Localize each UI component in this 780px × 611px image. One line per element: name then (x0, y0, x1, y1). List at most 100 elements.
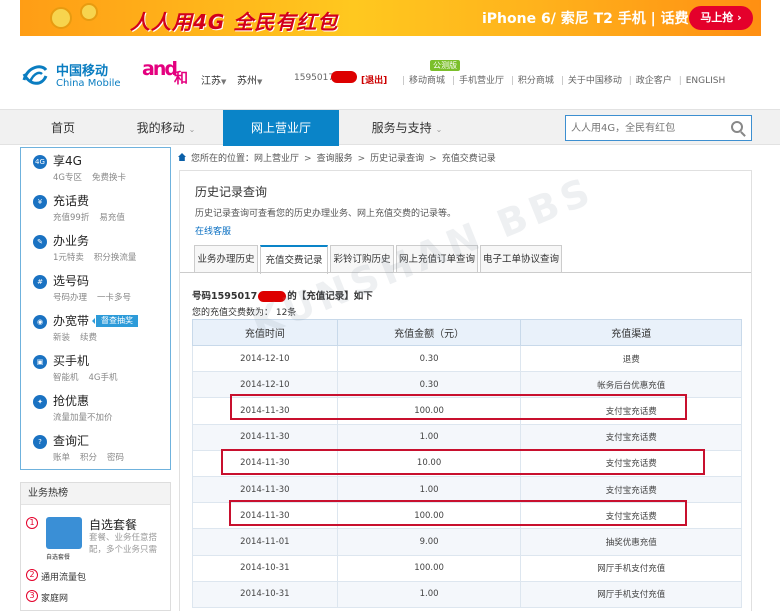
main-nav: 首页 我的移动 ⌄ 网上营业厅 服务与支持 ⌄ (0, 109, 780, 146)
promo-banner[interactable]: 人人用4G 全民有红包 iPhone 6/ 索尼 T2 手机 | 话费 | 流量… (20, 0, 761, 36)
sidebar-sublink[interactable]: 新装 (53, 333, 70, 343)
hot-item-link[interactable]: 通用流量包 (41, 570, 86, 583)
table-cell: 网厅手机支付充值 (520, 580, 742, 608)
record-count: 您的充值交费数为： 12条 (192, 305, 296, 318)
nav-home-label: 首页 (50, 121, 75, 135)
nav-home[interactable]: 首页 (20, 110, 106, 146)
table-cell: 2014-10-31 (192, 554, 338, 582)
sidebar-sublink[interactable]: 1元特卖 (53, 253, 84, 263)
sidebar-sublink[interactable]: 号码办理 (53, 293, 87, 303)
record-heading: 号码1595017 的【充值记录】如下 (192, 288, 373, 302)
hot-item-link[interactable]: 家庭网 (41, 591, 68, 604)
number-icon: # (33, 275, 47, 289)
chevron-down-icon: ⌄ (435, 125, 443, 134)
tab-ringtone-history[interactable]: 彩铃订购历史 (330, 245, 394, 273)
breadcrumb-item[interactable]: 历史记录查询 (370, 154, 424, 164)
breadcrumb-item[interactable]: 查询服务 (317, 154, 353, 164)
nav-service-support[interactable]: 服务与支持 ⌄ (352, 110, 462, 146)
custom-plan-image[interactable] (46, 517, 82, 549)
search-icon[interactable] (731, 121, 743, 133)
table-cell: 1.00 (336, 423, 522, 451)
city-selector[interactable]: 苏州▼ (237, 72, 262, 87)
link-mall[interactable]: 移动商城 (409, 76, 445, 86)
hot-featured-desc: 套餐、业务任意搭配，多个业务只需 (89, 533, 158, 555)
promo-tag[interactable]: 督查抽奖 (92, 315, 138, 327)
coin-icon (50, 7, 72, 29)
hot-services-title: 业务热榜 (21, 483, 170, 505)
and-logo[interactable]: and 和 (142, 58, 194, 92)
table-cell: 2014-11-30 (192, 502, 338, 530)
table-header-row: 充值时间 充值金额（元） 充值渠道 (192, 319, 742, 346)
table-cell: 0.30 (336, 371, 522, 399)
sidebar-item-4g[interactable]: 4G 享4G 4G专区 免费换卡 (21, 148, 170, 188)
sidebar-item-title: 充话费 (53, 194, 90, 208)
table-cell: 抽奖优惠充值 (520, 528, 742, 556)
4g-icon: 4G (33, 155, 47, 169)
sidebar-item-business[interactable]: ✎ 办业务 1元特卖 积分换流量 (21, 228, 170, 268)
sidebar-item-recharge[interactable]: ¥ 充话费 充值99折 易充值 (21, 188, 170, 228)
table-cell: 1.00 (336, 580, 522, 608)
table-row: 2014-12-10 0.30 帐务后台优惠充值 (192, 371, 742, 399)
coin-icon (80, 3, 98, 21)
search-box (565, 115, 752, 141)
caret-down-icon: ▼ (257, 78, 263, 86)
redaction-mark (331, 71, 357, 83)
tab-online-order[interactable]: 网上充值订单查询 (396, 245, 478, 273)
brand-name-cn: 中国移动 (56, 64, 109, 79)
star-icon: ✦ (33, 395, 47, 409)
sidebar-sublink[interactable]: 续费 (80, 333, 97, 343)
breadcrumb-item[interactable]: 网上营业厅 (254, 154, 299, 164)
sidebar-item-phone[interactable]: ▣ 买手机 智能机 4G手机 (21, 348, 170, 388)
sidebar-sublink[interactable]: 流量加量不加价 (53, 413, 113, 423)
online-support-link[interactable]: 在线客服 (195, 224, 231, 237)
table-row: 2014-11-30 100.00 支付宝充话费 (192, 502, 742, 530)
hot-featured-name[interactable]: 自选套餐 (89, 516, 137, 533)
nav-my-mobile[interactable]: 我的移动 ⌄ (118, 110, 214, 146)
tab-business-history[interactable]: 业务办理历史 (194, 245, 258, 273)
sidebar-item-title: 选号码 (53, 274, 90, 288)
sidebar-sublink[interactable]: 账单 (53, 453, 70, 463)
sidebar-item-broadband[interactable]: ◉ 办宽带 督查抽奖 新装 续费 (21, 308, 170, 348)
history-panel: 历史记录查询 历史记录查询可查看您的历史办理业务、网上充值交费的记录等。 在线客… (179, 170, 752, 611)
sidebar-sublink[interactable]: 密码 (107, 453, 124, 463)
link-points-mall[interactable]: 积分商城 (518, 76, 554, 86)
recharge-table: 充值时间 充值金额（元） 充值渠道 2014-12-10 0.30 退费 2014-… (192, 319, 742, 608)
yuan-icon: ¥ (33, 195, 47, 209)
china-mobile-logo[interactable]: 中国移动 China Mobile (20, 58, 130, 92)
sidebar-sublink[interactable]: 智能机 (53, 373, 79, 383)
sidebar-item-title: 查询汇 (53, 434, 90, 448)
sidebar-sublink[interactable]: 积分换流量 (94, 253, 137, 263)
sidebar-sublink[interactable]: 积分 (80, 453, 97, 463)
link-mobile-hall[interactable]: 手机营业厅 (459, 76, 504, 86)
beta-badge: 公测版 (430, 60, 460, 71)
grab-now-button[interactable]: 马上抢 › (689, 6, 753, 30)
table-cell: 支付宝充话费 (520, 502, 742, 530)
search-input[interactable] (566, 116, 726, 140)
logout-link[interactable]: [退出] (361, 73, 387, 86)
table-cell: 0.30 (336, 344, 522, 373)
link-enterprise[interactable]: 政企客户 (636, 76, 672, 86)
breadcrumb-item-current: 充值交费记录 (441, 154, 496, 164)
banner-slogan: 人人用4G 全民有红包 (130, 10, 339, 34)
link-english[interactable]: ENGLISH (686, 76, 726, 86)
sidebar-item-title: 买手机 (53, 354, 90, 368)
record-count-value: 12条 (275, 308, 297, 318)
tab-divider (180, 272, 751, 273)
sidebar-sublink[interactable]: 一卡多号 (97, 293, 131, 303)
sidebar-sublink[interactable]: 4G专区 (53, 173, 82, 183)
table-cell: 100.00 (336, 502, 522, 530)
sidebar-sublink[interactable]: 易充值 (99, 213, 125, 223)
column-header: 充值渠道 (520, 319, 742, 346)
sidebar-sublink[interactable]: 充值99折 (53, 213, 89, 223)
sidebar-item-offers[interactable]: ✦ 抢优惠 流量加量不加价 (21, 388, 170, 428)
tab-e-ticket[interactable]: 电子工单协议查询 (480, 245, 562, 273)
sidebar-sublink[interactable]: 免费换卡 (92, 173, 126, 183)
sidebar-item-query[interactable]: ? 查询汇 账单 积分 密码 (21, 428, 170, 468)
sidebar-item-number[interactable]: # 选号码 号码办理 一卡多号 (21, 268, 170, 308)
province-selector[interactable]: 江苏▼ (201, 72, 226, 87)
nav-online-hall[interactable]: 网上营业厅 (223, 110, 339, 146)
sidebar-sublink[interactable]: 4G手机 (89, 373, 118, 383)
tab-recharge-records[interactable]: 充值交费记录 (260, 245, 328, 274)
link-about[interactable]: 关于中国移动 (568, 76, 622, 86)
city-label: 苏州 (237, 76, 257, 87)
